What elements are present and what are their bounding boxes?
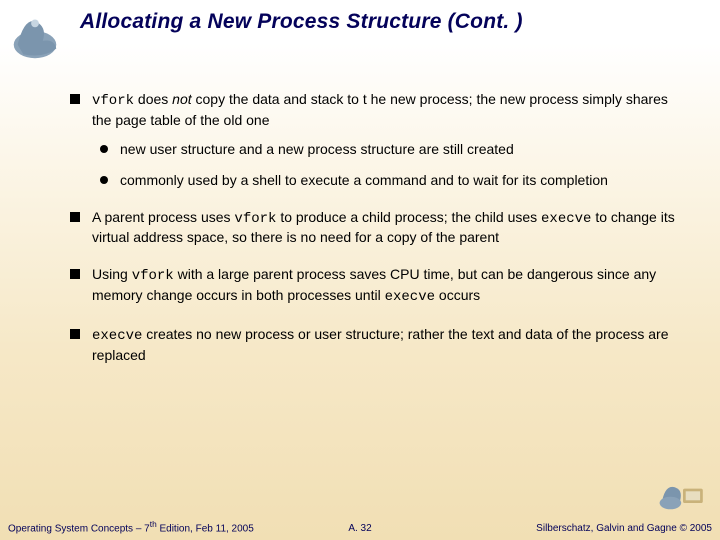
code-vfork: vfork: [132, 268, 174, 284]
copyright: © 2005: [680, 523, 712, 534]
slide-footer: Operating System Concepts – 7th Edition,…: [8, 519, 712, 534]
text: Edition, Feb 11, 2005: [157, 523, 254, 534]
logo-top-left: [6, 6, 64, 64]
text: does: [134, 91, 172, 107]
bullet-3: Using vfork with a large parent process …: [70, 265, 680, 307]
code-execve: execve: [92, 328, 142, 344]
text: with a large parent process saves CPU ti…: [92, 266, 656, 303]
bullet-1: vfork does not copy the data and stack t…: [70, 90, 680, 190]
text: new user structure and a new process str…: [120, 141, 514, 157]
slide-body: vfork does not copy the data and stack t…: [70, 90, 680, 383]
dinosaur-computer-icon: [656, 472, 710, 516]
slide-title: Allocating a New Process Structure (Cont…: [80, 10, 700, 34]
footer-page-number: A. 32: [348, 523, 371, 534]
sub-bullet-1a: new user structure and a new process str…: [92, 140, 680, 159]
text: to produce a child process; the child us…: [276, 209, 541, 225]
logo-bottom-right: [656, 472, 710, 516]
bullet-4: execve creates no new process or user st…: [70, 325, 680, 365]
code-vfork: vfork: [92, 93, 134, 109]
italic-not: not: [172, 91, 191, 107]
code-execve: execve: [541, 211, 591, 227]
text: Using: [92, 266, 132, 282]
text: commonly used by a shell to execute a co…: [120, 172, 608, 188]
text: occurs: [435, 287, 480, 303]
code-execve: execve: [385, 289, 435, 305]
sub-bullet-1b: commonly used by a shell to execute a co…: [92, 171, 680, 190]
text: Silberschatz, Galvin and Gagne: [536, 523, 679, 534]
superscript-th: th: [150, 519, 157, 529]
code-vfork: vfork: [234, 211, 276, 227]
bullet-2: A parent process uses vfork to produce a…: [70, 208, 680, 248]
footer-left: Operating System Concepts – 7th Edition,…: [8, 519, 254, 534]
text: A parent process uses: [92, 209, 234, 225]
text: Operating System Concepts – 7: [8, 523, 150, 534]
footer-right: Silberschatz, Galvin and Gagne © 2005: [536, 523, 712, 534]
dinosaur-icon: [6, 6, 64, 64]
text: creates no new process or user structure…: [92, 326, 668, 363]
